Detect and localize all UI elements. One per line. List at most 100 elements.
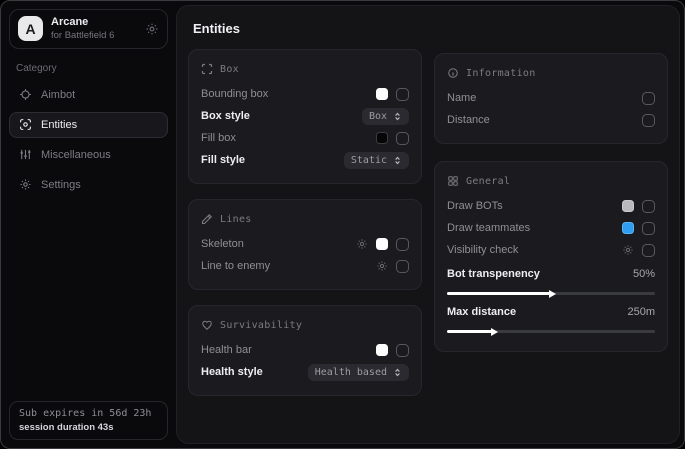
row-label: Distance — [447, 114, 490, 126]
main-content: Entities Box Bounding box — [176, 5, 680, 444]
row-label: Fill box — [201, 132, 236, 144]
info-icon — [447, 67, 459, 79]
information-panel: Information Name Distance — [434, 53, 668, 144]
max-distance-slider[interactable] — [447, 330, 655, 333]
line-to-enemy-row: Line to enemy — [201, 255, 409, 277]
fill-style-dropdown[interactable]: Static — [344, 152, 409, 169]
draw-bots-row: Draw BOTs — [447, 195, 655, 217]
pencil-icon — [201, 213, 213, 225]
panel-title: Information — [466, 68, 536, 79]
slider-fill — [447, 292, 551, 295]
sidebar: A Arcane for Battlefield 6 Category Aimb… — [1, 1, 176, 448]
visibility-check-checkbox[interactable] — [642, 244, 655, 257]
sidebar-nav: Aimbot Entities Miscellaneous Settings — [9, 82, 168, 198]
fill-style-row: Fill style Static — [201, 149, 409, 171]
name-checkbox[interactable] — [642, 92, 655, 105]
page-title: Entities — [193, 21, 668, 36]
health-style-row: Health style Health based — [201, 361, 409, 383]
name-row: Name — [447, 87, 655, 109]
left-column: Box Bounding box Box style Box — [188, 49, 422, 396]
crosshair-icon — [19, 88, 32, 101]
row-label: Fill style — [201, 154, 245, 166]
slider-fill — [447, 330, 493, 333]
row-label: Line to enemy — [201, 260, 270, 272]
box-panel: Box Bounding box Box style Box — [188, 49, 422, 184]
row-label: Box style — [201, 110, 250, 122]
category-label: Category — [16, 63, 161, 74]
panel-title: General — [466, 176, 510, 187]
color-swatch[interactable] — [622, 200, 634, 212]
dropdown-value: Static — [351, 155, 387, 166]
sidebar-item-entities[interactable]: Entities — [9, 112, 168, 138]
sidebar-item-settings[interactable]: Settings — [9, 172, 168, 198]
box-style-row: Box style Box — [201, 105, 409, 127]
settings-icon[interactable] — [356, 238, 368, 250]
session-duration-text: session duration 43s — [19, 422, 158, 433]
app-subtitle: for Battlefield 6 — [51, 30, 137, 41]
skeleton-checkbox[interactable] — [396, 238, 409, 251]
row-label: Draw teammates — [447, 222, 530, 234]
settings-icon[interactable] — [376, 260, 388, 272]
sub-expiry-text: Sub expires in 56d 23h — [19, 408, 158, 419]
color-swatch[interactable] — [376, 344, 388, 356]
draw-teammates-checkbox[interactable] — [642, 222, 655, 235]
panel-title: Box — [220, 64, 239, 75]
app-header-card: A Arcane for Battlefield 6 — [9, 9, 168, 49]
health-bar-checkbox[interactable] — [396, 344, 409, 357]
heart-icon — [201, 319, 213, 331]
distance-checkbox[interactable] — [642, 114, 655, 127]
sidebar-item-label: Miscellaneous — [41, 149, 111, 161]
color-swatch[interactable] — [622, 222, 634, 234]
row-label: Skeleton — [201, 238, 244, 250]
fill-box-row: Fill box — [201, 127, 409, 149]
row-label: Name — [447, 92, 476, 104]
slider-value: 250m — [627, 306, 655, 318]
lines-panel: Lines Skeleton Line to enemy — [188, 199, 422, 290]
row-label: Bot transpenency — [447, 268, 540, 280]
app-window: A Arcane for Battlefield 6 Category Aimb… — [0, 0, 685, 449]
slider-thumb[interactable] — [491, 328, 498, 336]
color-swatch[interactable] — [376, 88, 388, 100]
color-swatch[interactable] — [376, 238, 388, 250]
sidebar-item-label: Entities — [41, 119, 77, 131]
dropdown-value: Health based — [315, 367, 387, 378]
row-label: Bounding box — [201, 88, 268, 100]
sidebar-item-label: Aimbot — [41, 89, 75, 101]
gear-icon — [19, 178, 32, 191]
slider-value: 50% — [633, 268, 655, 280]
draw-bots-checkbox[interactable] — [642, 200, 655, 213]
line-to-enemy-checkbox[interactable] — [396, 260, 409, 273]
gear-icon[interactable] — [145, 22, 159, 36]
row-label: Max distance — [447, 306, 516, 318]
box-style-dropdown[interactable]: Box — [362, 108, 409, 125]
right-column: Information Name Distance — [434, 53, 668, 352]
app-avatar: A — [18, 16, 43, 41]
sidebar-item-miscellaneous[interactable]: Miscellaneous — [9, 142, 168, 168]
general-panel: General Draw BOTs Draw teammates — [434, 161, 668, 352]
settings-icon[interactable] — [622, 244, 634, 256]
sidebar-item-aimbot[interactable]: Aimbot — [9, 82, 168, 108]
bot-transparency-row: Bot transpenency 50% — [447, 263, 655, 285]
chevron-updown-icon — [393, 111, 402, 122]
row-label: Visibility check — [447, 244, 518, 256]
fill-box-checkbox[interactable] — [396, 132, 409, 145]
subscription-info-card: Sub expires in 56d 23h session duration … — [9, 401, 168, 440]
max-distance-row: Max distance 250m — [447, 301, 655, 323]
app-name: Arcane — [51, 16, 137, 29]
scan-eye-icon — [19, 118, 32, 131]
slider-thumb[interactable] — [549, 290, 556, 298]
grid-icon — [447, 175, 459, 187]
bounding-box-checkbox[interactable] — [396, 88, 409, 101]
survivability-panel: Survivability Health bar Health style He… — [188, 305, 422, 396]
health-bar-row: Health bar — [201, 339, 409, 361]
dropdown-value: Box — [369, 111, 387, 122]
draw-teammates-row: Draw teammates — [447, 217, 655, 239]
chevron-updown-icon — [393, 155, 402, 166]
panel-title: Survivability — [220, 320, 302, 331]
bot-transparency-slider[interactable] — [447, 292, 655, 295]
color-swatch[interactable] — [376, 132, 388, 144]
bounding-box-row: Bounding box — [201, 83, 409, 105]
visibility-check-row: Visibility check — [447, 239, 655, 261]
sidebar-item-label: Settings — [41, 179, 81, 191]
health-style-dropdown[interactable]: Health based — [308, 364, 409, 381]
